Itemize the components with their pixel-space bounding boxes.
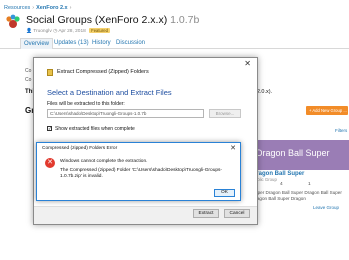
error-detail: The Compressed (zipped) Folder 'C:\Users… xyxy=(60,168,223,179)
dialog-heading: Select a Destination and Extract Files xyxy=(47,88,172,97)
close-icon[interactable]: ✕ xyxy=(230,144,236,152)
resource-version: 1.0.7b xyxy=(170,14,200,26)
tab-overview[interactable]: Overview xyxy=(20,38,54,49)
error-dialog: Compressed (zipped) Folders Error ✕ ✕ Wi… xyxy=(36,142,241,201)
cancel-button[interactable]: Cancel xyxy=(224,209,250,218)
show-files-label[interactable]: Show extracted files when complete xyxy=(55,126,135,132)
group-description: Super Dragon Ball Super Dragon Ball Supe… xyxy=(252,190,342,201)
resource-author[interactable]: Truonglv xyxy=(33,29,52,34)
content-cut-text: Co xyxy=(25,68,32,74)
ok-button[interactable]: OK xyxy=(214,189,235,197)
dialog-title: Extract Compressed (Zipped) Folders xyxy=(57,69,149,75)
show-files-checkbox[interactable]: ✓ xyxy=(47,126,52,131)
resource-avatar-icon xyxy=(6,14,20,28)
breadcrumb-resources[interactable]: Resources xyxy=(4,5,30,11)
error-icon: ✕ xyxy=(45,158,55,168)
destination-path-input[interactable]: C:\Users\shado\Desktop\Truongli-Groups-1… xyxy=(47,109,204,118)
author-icon: 👤 xyxy=(26,29,32,34)
tab-history[interactable]: History xyxy=(92,40,111,46)
breadcrumb-separator: › xyxy=(32,5,35,11)
events-count: 1 xyxy=(308,182,311,187)
resource-title: Social Groups (XenForo 2.x.x) xyxy=(26,14,168,26)
error-dialog-title: Compressed (zipped) Folders Error xyxy=(42,146,118,151)
featured-badge: Featured xyxy=(89,28,110,33)
tab-discussion[interactable]: Discussion xyxy=(116,40,145,46)
error-message: Windows cannot complete the extraction. xyxy=(60,159,148,164)
leave-group-button[interactable]: Leave Group xyxy=(313,205,339,210)
zip-folder-icon xyxy=(47,69,53,76)
resource-meta: 👤 Truonglv ◷ Apr 28, 2018 Featured xyxy=(26,28,110,34)
extract-button[interactable]: Extract xyxy=(193,209,219,218)
resource-tabs: Overview Updates (13) History Discussion xyxy=(0,38,349,49)
destination-label: Files will be extracted to this folder: xyxy=(47,101,125,107)
filters-link[interactable]: Filters xyxy=(335,128,347,133)
breadcrumb-category[interactable]: XenForo 2.x xyxy=(36,5,67,11)
close-icon[interactable]: ✕ xyxy=(244,59,251,68)
content-cut-text: Co xyxy=(25,77,32,83)
page-title: Social Groups (XenForo 2.x.x) 1.0.7b xyxy=(26,14,199,26)
browse-button[interactable]: Browse... xyxy=(209,109,241,118)
group-banner-title: Dragon Ball Super xyxy=(256,148,330,158)
tab-updates[interactable]: Updates (13) xyxy=(54,40,89,46)
posts-count: 4 xyxy=(280,182,283,187)
resource-date: Apr 28, 2018 xyxy=(58,29,86,34)
breadcrumb-separator-end: › xyxy=(69,5,72,11)
add-new-group-button[interactable]: + Add New Group ... xyxy=(306,106,348,115)
breadcrumb: Resources › XenForo 2.x › xyxy=(4,5,73,11)
